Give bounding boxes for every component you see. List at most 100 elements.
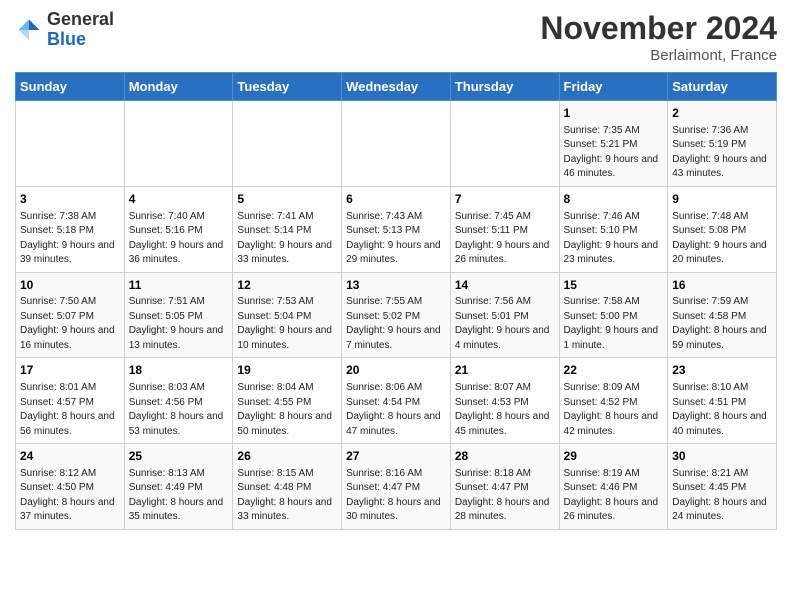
day-info: Sunrise: 7:58 AM Sunset: 5:00 PM Dayligh… — [564, 295, 664, 353]
day-number: 10 — [20, 277, 120, 294]
title-block: November 2024 Berlaimont, France — [540, 10, 777, 64]
day-number: 3 — [20, 191, 120, 208]
day-info: Sunrise: 7:40 AM Sunset: 5:16 PM Dayligh… — [129, 210, 229, 268]
day-info: Sunrise: 8:16 AM Sunset: 4:47 PM Dayligh… — [346, 467, 446, 525]
day-number: 7 — [455, 191, 555, 208]
day-info: Sunrise: 7:36 AM Sunset: 5:19 PM Dayligh… — [672, 124, 772, 182]
calendar-cell: 19 Sunrise: 8:04 AM Sunset: 4:55 PM Dayli… — [233, 358, 342, 444]
calendar-cell: 22Sunrise: 8:09 AM Sunset: 4:52 PM Dayli… — [559, 358, 668, 444]
day-info: Sunrise: 7:56 AM Sunset: 5:01 PM Dayligh… — [455, 295, 555, 353]
logo-text: General Blue — [47, 10, 114, 50]
day-of-week-header: Wednesday — [342, 73, 451, 101]
day-number: 27 — [346, 448, 446, 465]
calendar-table: SundayMondayTuesdayWednesdayThursdayFrid… — [15, 72, 777, 530]
day-number: 26 — [237, 448, 337, 465]
day-number: 21 — [455, 362, 555, 379]
day-number: 19 — [237, 362, 337, 379]
calendar-cell: 7 Sunrise: 7:45 AM Sunset: 5:11 PM Daylig… — [450, 186, 559, 272]
day-info: Sunrise: 8:19 AM Sunset: 4:46 PM Dayligh… — [564, 467, 664, 525]
day-info: Sunrise: 8:13 AM Sunset: 4:49 PM Dayligh… — [129, 467, 229, 525]
calendar-cell: 25 Sunrise: 8:13 AM Sunset: 4:49 PM Dayli… — [124, 444, 233, 530]
day-number: 8 — [564, 191, 664, 208]
day-of-week-header: Thursday — [450, 73, 559, 101]
day-info: Sunrise: 8:06 AM Sunset: 4:54 PM Dayligh… — [346, 381, 446, 439]
location: Berlaimont, France — [540, 47, 777, 64]
calendar-cell: 12Sunrise: 7:53 AM Sunset: 5:04 PM Dayli… — [233, 272, 342, 358]
day-info: Sunrise: 8:12 AM Sunset: 4:50 PM Dayligh… — [20, 467, 120, 525]
day-of-week-header: Saturday — [668, 73, 777, 101]
day-info: Sunrise: 8:04 AM Sunset: 4:55 PM Dayligh… — [237, 381, 337, 439]
calendar-week-row: 1Sunrise: 7:35 AM Sunset: 5:21 PM Daylig… — [16, 101, 777, 187]
calendar-cell — [342, 101, 451, 187]
calendar-cell: 3 Sunrise: 7:38 AM Sunset: 5:18 PM Daylig… — [16, 186, 125, 272]
day-number: 12 — [237, 277, 337, 294]
day-of-week-header: Monday — [124, 73, 233, 101]
calendar-week-row: 17 Sunrise: 8:01 AM Sunset: 4:57 PM Dayli… — [16, 358, 777, 444]
calendar-cell: 28Sunrise: 8:18 AM Sunset: 4:47 PM Dayli… — [450, 444, 559, 530]
day-of-week-header: Friday — [559, 73, 668, 101]
day-info: Sunrise: 7:46 AM Sunset: 5:10 PM Dayligh… — [564, 210, 664, 268]
calendar-cell — [233, 101, 342, 187]
calendar-week-row: 10Sunrise: 7:50 AM Sunset: 5:07 PM Dayli… — [16, 272, 777, 358]
calendar-cell: 20 Sunrise: 8:06 AM Sunset: 4:54 PM Dayli… — [342, 358, 451, 444]
calendar-cell: 18 Sunrise: 8:03 AM Sunset: 4:56 PM Dayli… — [124, 358, 233, 444]
day-of-week-header: Sunday — [16, 73, 125, 101]
calendar-cell: 16Sunrise: 7:59 AM Sunset: 4:58 PM Dayli… — [668, 272, 777, 358]
calendar-cell: 21 Sunrise: 8:07 AM Sunset: 4:53 PM Dayli… — [450, 358, 559, 444]
day-of-week-header: Tuesday — [233, 73, 342, 101]
calendar-cell: 4 Sunrise: 7:40 AM Sunset: 5:16 PM Daylig… — [124, 186, 233, 272]
day-number: 24 — [20, 448, 120, 465]
calendar-body: 1Sunrise: 7:35 AM Sunset: 5:21 PM Daylig… — [16, 101, 777, 530]
day-number: 17 — [20, 362, 120, 379]
calendar-cell: 2Sunrise: 7:36 AM Sunset: 5:19 PM Daylig… — [668, 101, 777, 187]
day-info: Sunrise: 7:43 AM Sunset: 5:13 PM Dayligh… — [346, 210, 446, 268]
month-title: November 2024 — [540, 10, 777, 47]
calendar-cell: 8 Sunrise: 7:46 AM Sunset: 5:10 PM Daylig… — [559, 186, 668, 272]
day-info: Sunrise: 7:51 AM Sunset: 5:05 PM Dayligh… — [129, 295, 229, 353]
day-number: 5 — [237, 191, 337, 208]
page-header: General Blue November 2024 Berlaimont, F… — [15, 10, 777, 64]
calendar-cell — [124, 101, 233, 187]
calendar-cell: 5 Sunrise: 7:41 AM Sunset: 5:14 PM Daylig… — [233, 186, 342, 272]
calendar-cell: 17 Sunrise: 8:01 AM Sunset: 4:57 PM Dayli… — [16, 358, 125, 444]
day-number: 6 — [346, 191, 446, 208]
calendar-cell: 15Sunrise: 7:58 AM Sunset: 5:00 PM Dayli… — [559, 272, 668, 358]
calendar-cell: 27 Sunrise: 8:16 AM Sunset: 4:47 PM Dayli… — [342, 444, 451, 530]
calendar-cell: 26 Sunrise: 8:15 AM Sunset: 4:48 PM Dayli… — [233, 444, 342, 530]
day-number: 4 — [129, 191, 229, 208]
day-info: Sunrise: 8:15 AM Sunset: 4:48 PM Dayligh… — [237, 467, 337, 525]
day-info: Sunrise: 7:55 AM Sunset: 5:02 PM Dayligh… — [346, 295, 446, 353]
day-number: 20 — [346, 362, 446, 379]
calendar-cell: 23 Sunrise: 8:10 AM Sunset: 4:51 PM Dayli… — [668, 358, 777, 444]
day-number: 25 — [129, 448, 229, 465]
day-info: Sunrise: 7:50 AM Sunset: 5:07 PM Dayligh… — [20, 295, 120, 353]
day-number: 30 — [672, 448, 772, 465]
logo: General Blue — [15, 10, 114, 50]
day-info: Sunrise: 7:41 AM Sunset: 5:14 PM Dayligh… — [237, 210, 337, 268]
day-info: Sunrise: 8:10 AM Sunset: 4:51 PM Dayligh… — [672, 381, 772, 439]
day-info: Sunrise: 8:09 AM Sunset: 4:52 PM Dayligh… — [564, 381, 664, 439]
day-info: Sunrise: 8:01 AM Sunset: 4:57 PM Dayligh… — [20, 381, 120, 439]
calendar-cell: 9Sunrise: 7:48 AM Sunset: 5:08 PM Daylig… — [668, 186, 777, 272]
day-info: Sunrise: 8:03 AM Sunset: 4:56 PM Dayligh… — [129, 381, 229, 439]
day-info: Sunrise: 8:07 AM Sunset: 4:53 PM Dayligh… — [455, 381, 555, 439]
day-info: Sunrise: 7:38 AM Sunset: 5:18 PM Dayligh… — [20, 210, 120, 268]
calendar-cell: 6 Sunrise: 7:43 AM Sunset: 5:13 PM Daylig… — [342, 186, 451, 272]
calendar-cell: 24 Sunrise: 8:12 AM Sunset: 4:50 PM Dayli… — [16, 444, 125, 530]
day-info: Sunrise: 8:21 AM Sunset: 4:45 PM Dayligh… — [672, 467, 772, 525]
day-info: Sunrise: 8:18 AM Sunset: 4:47 PM Dayligh… — [455, 467, 555, 525]
calendar-cell: 10Sunrise: 7:50 AM Sunset: 5:07 PM Dayli… — [16, 272, 125, 358]
calendar-cell: 30 Sunrise: 8:21 AM Sunset: 4:45 PM Dayli… — [668, 444, 777, 530]
calendar-cell — [450, 101, 559, 187]
day-number: 23 — [672, 362, 772, 379]
day-number: 9 — [672, 191, 772, 208]
day-number: 16 — [672, 277, 772, 294]
day-number: 13 — [346, 277, 446, 294]
day-info: Sunrise: 7:53 AM Sunset: 5:04 PM Dayligh… — [237, 295, 337, 353]
day-number: 11 — [129, 277, 229, 294]
day-info: Sunrise: 7:45 AM Sunset: 5:11 PM Dayligh… — [455, 210, 555, 268]
day-number: 14 — [455, 277, 555, 294]
day-number: 18 — [129, 362, 229, 379]
calendar-cell — [16, 101, 125, 187]
calendar-cell: 29Sunrise: 8:19 AM Sunset: 4:46 PM Dayli… — [559, 444, 668, 530]
